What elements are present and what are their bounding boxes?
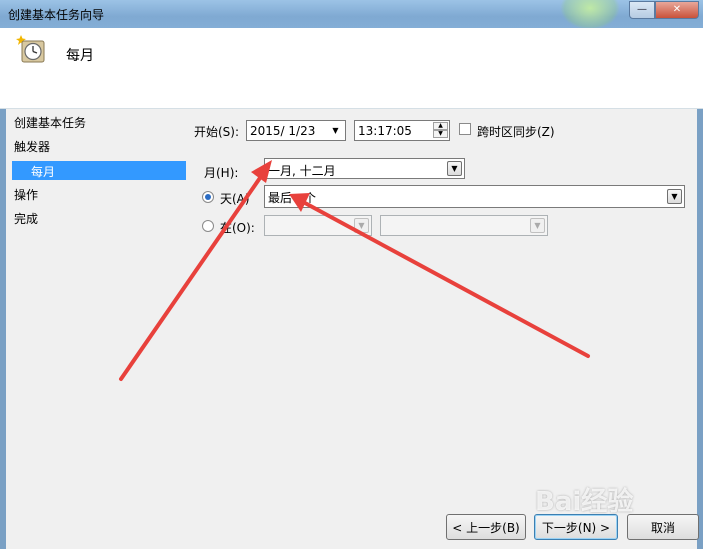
start-label: 开始(S):: [194, 125, 240, 139]
window-title: 创建基本任务向导: [8, 8, 105, 22]
step-finish[interactable]: 完成: [14, 210, 38, 227]
spin-down-icon[interactable]: ▼: [433, 130, 448, 138]
back-button[interactable]: < 上一步(B): [446, 514, 526, 540]
timezone-sync-label: 跨时区同步(Z): [477, 125, 555, 139]
weekday-select[interactable]: ▼: [380, 215, 548, 236]
wizard-window: 创建基本任务向导 — ✕ 每月 创建基本任务 触发器 每月 操作 完成 开始(S…: [0, 0, 703, 549]
days-radio[interactable]: [202, 191, 214, 203]
close-button[interactable]: ✕: [655, 1, 699, 19]
days-select[interactable]: 最后一个 ▼: [264, 185, 685, 208]
start-date-value: 2015/ 1/23: [250, 124, 316, 138]
chevron-down-icon[interactable]: ▼: [328, 124, 343, 139]
on-radio[interactable]: [202, 220, 214, 232]
cancel-button[interactable]: 取消: [627, 514, 699, 540]
step-action[interactable]: 操作: [14, 186, 38, 203]
start-time-value: 13:17:05: [358, 124, 412, 138]
clock-icon: [16, 35, 45, 63]
days-value: 最后一个: [268, 191, 317, 205]
start-date-picker[interactable]: 2015/ 1/23 ▼: [246, 120, 346, 141]
page-title: 每月: [66, 48, 94, 64]
days-radio-label: 天(A): [220, 192, 250, 206]
months-select[interactable]: 一月, 十二月 ▼: [264, 158, 465, 179]
caption-buttons: — ✕: [629, 1, 699, 19]
step-create-basic-task[interactable]: 创建基本任务: [14, 114, 86, 131]
spin-up-icon[interactable]: ▲: [433, 122, 448, 130]
chevron-down-icon[interactable]: ▼: [530, 218, 545, 233]
step-trigger[interactable]: 触发器: [14, 138, 50, 155]
header-band: 每月: [0, 28, 703, 109]
watermark: Bai经验: [535, 487, 634, 517]
months-value: 一月, 十二月: [268, 164, 336, 178]
timezone-sync-checkbox[interactable]: [459, 123, 471, 135]
step-monthly[interactable]: 每月: [12, 161, 186, 180]
start-time-input[interactable]: 13:17:05 ▲ ▼: [354, 120, 450, 141]
desktop-glow: [560, 0, 620, 30]
on-radio-label: 在(O):: [220, 221, 255, 235]
chevron-down-icon[interactable]: ▼: [667, 189, 682, 204]
chevron-down-icon[interactable]: ▼: [447, 161, 462, 176]
week-ordinal-select[interactable]: ▼: [264, 215, 372, 236]
months-label: 月(H):: [204, 166, 239, 180]
chevron-down-icon[interactable]: ▼: [354, 218, 369, 233]
step-monthly-label: 每月: [31, 165, 56, 179]
time-spinner[interactable]: ▲ ▼: [433, 122, 448, 139]
minimize-button[interactable]: —: [629, 1, 655, 19]
title-bar[interactable]: 创建基本任务向导 — ✕: [0, 0, 703, 30]
